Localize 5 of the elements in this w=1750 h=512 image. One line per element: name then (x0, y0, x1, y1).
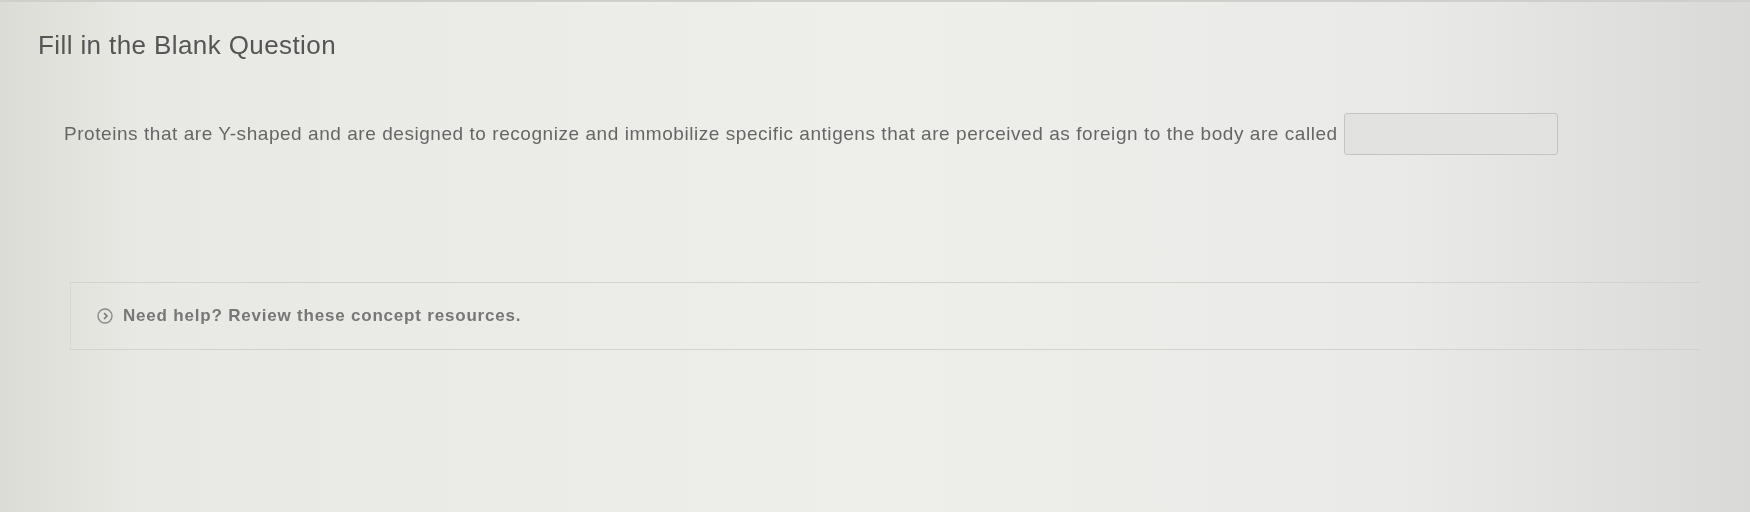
answer-field[interactable] (1343, 113, 1558, 155)
expand-icon (97, 308, 113, 324)
question-title: Fill in the Blank Question (38, 30, 337, 61)
help-toggle[interactable]: Need help? Review these concept resources. (95, 304, 524, 328)
question-text: Proteins that are Y-shaped and are designed to recognize and immobilize specific antigens that are perceived as foreign to the body are called (64, 123, 1338, 145)
